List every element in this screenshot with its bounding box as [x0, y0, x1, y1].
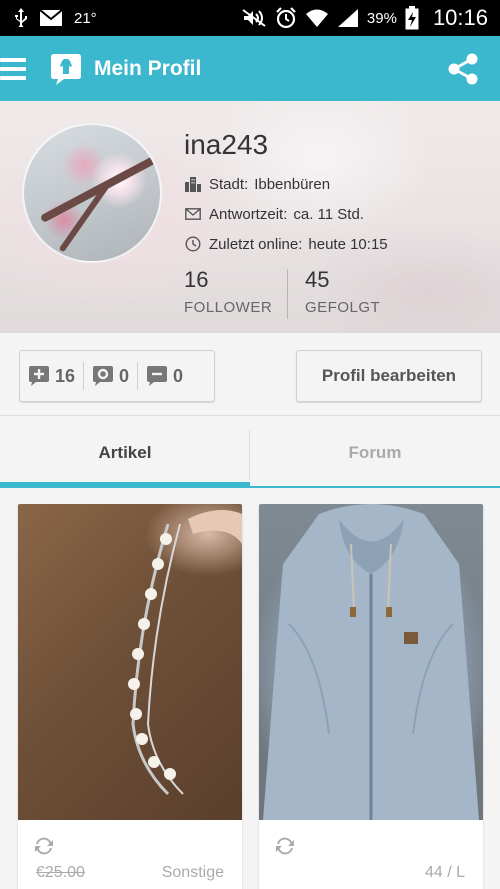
item-card[interactable]: €25.00 Sonstige [18, 504, 242, 889]
last-online-row: Zuletzt online: heute 10:15 [184, 235, 388, 253]
city-icon [184, 175, 202, 193]
page-title: Mein Profil [94, 56, 202, 80]
clock-icon [184, 235, 202, 253]
item-size: 44 / L [424, 864, 465, 881]
mail-icon [40, 10, 62, 26]
mute-icon [241, 8, 267, 28]
positive-count: 16 [55, 365, 76, 386]
negative-count: 0 [173, 365, 184, 386]
app-bar: Mein Profil [0, 36, 500, 101]
battery-charging-icon [405, 6, 419, 30]
positive-rating-icon [29, 366, 49, 386]
negative-ratings[interactable]: 0 [138, 351, 191, 401]
wifi-icon [305, 8, 329, 28]
neutral-ratings[interactable]: 0 [84, 351, 137, 401]
alarm-icon [275, 7, 297, 29]
clock-time: 10:16 [432, 5, 488, 30]
stat-divider [287, 269, 288, 319]
neutral-rating-icon [93, 366, 114, 386]
share-icon[interactable] [446, 52, 480, 86]
following-count: 45 [305, 267, 330, 292]
item-image-hoodie[interactable] [259, 504, 483, 820]
response-time-value: ca. 11 Std. [293, 205, 364, 223]
city-label: Stadt: [209, 175, 249, 193]
battery-percent: 39% [366, 9, 397, 27]
refresh-icon[interactable] [32, 834, 56, 858]
refresh-icon[interactable] [273, 834, 297, 858]
followers-label: FOLLOWER [184, 299, 273, 316]
item-card[interactable]: 44 / L [259, 504, 483, 889]
item-category: Sonstige [161, 864, 224, 881]
status-bar: 21° 39% 10:16 [0, 0, 500, 36]
signal-icon [337, 8, 359, 28]
city-value: Ibbenbüren [254, 175, 331, 193]
temperature-text: 21° [74, 9, 97, 27]
ratings-box[interactable]: 16 0 0 [19, 350, 215, 402]
item-footer: 44 / L [259, 820, 483, 889]
last-online-label: Zuletzt online: [209, 235, 303, 253]
followers-stat[interactable]: 16 FOLLOWER [184, 267, 272, 316]
tab-bar: Artikel Forum [0, 418, 500, 488]
response-time-row: Antwortzeit: ca. 11 Std. [184, 205, 364, 223]
following-label: GEFOLGT [305, 299, 381, 316]
username: ina243 [184, 129, 269, 160]
city-row: Stadt: Ibbenbüren [184, 175, 330, 193]
following-stat[interactable]: 45 GEFOLGT [305, 267, 380, 316]
usb-icon [14, 8, 28, 28]
avatar[interactable] [22, 123, 162, 263]
edit-profile-button[interactable]: Profil bearbeiten [296, 350, 482, 402]
envelope-icon [184, 205, 202, 223]
item-price: €25.00 [36, 864, 85, 881]
tab-articles[interactable]: Artikel [0, 418, 250, 488]
negative-rating-icon [147, 366, 168, 386]
response-time-label: Antwortzeit: [209, 205, 288, 223]
profile-header: ina243 Stadt: Ibbenbüren Antwortzeit: ca… [0, 101, 500, 333]
followers-count: 16 [184, 267, 209, 292]
last-online-value: heute 10:15 [308, 235, 388, 253]
item-footer: €25.00 Sonstige [18, 820, 242, 889]
tab-divider [249, 430, 250, 480]
neutral-count: 0 [119, 365, 130, 386]
app-logo-icon [50, 52, 82, 86]
item-image-tiara[interactable] [18, 504, 242, 820]
tab-forum[interactable]: Forum [250, 418, 500, 488]
menu-icon[interactable] [0, 57, 26, 80]
action-bar: 16 0 0 Profil bearbeiten [0, 338, 500, 416]
positive-ratings[interactable]: 16 [20, 351, 83, 401]
